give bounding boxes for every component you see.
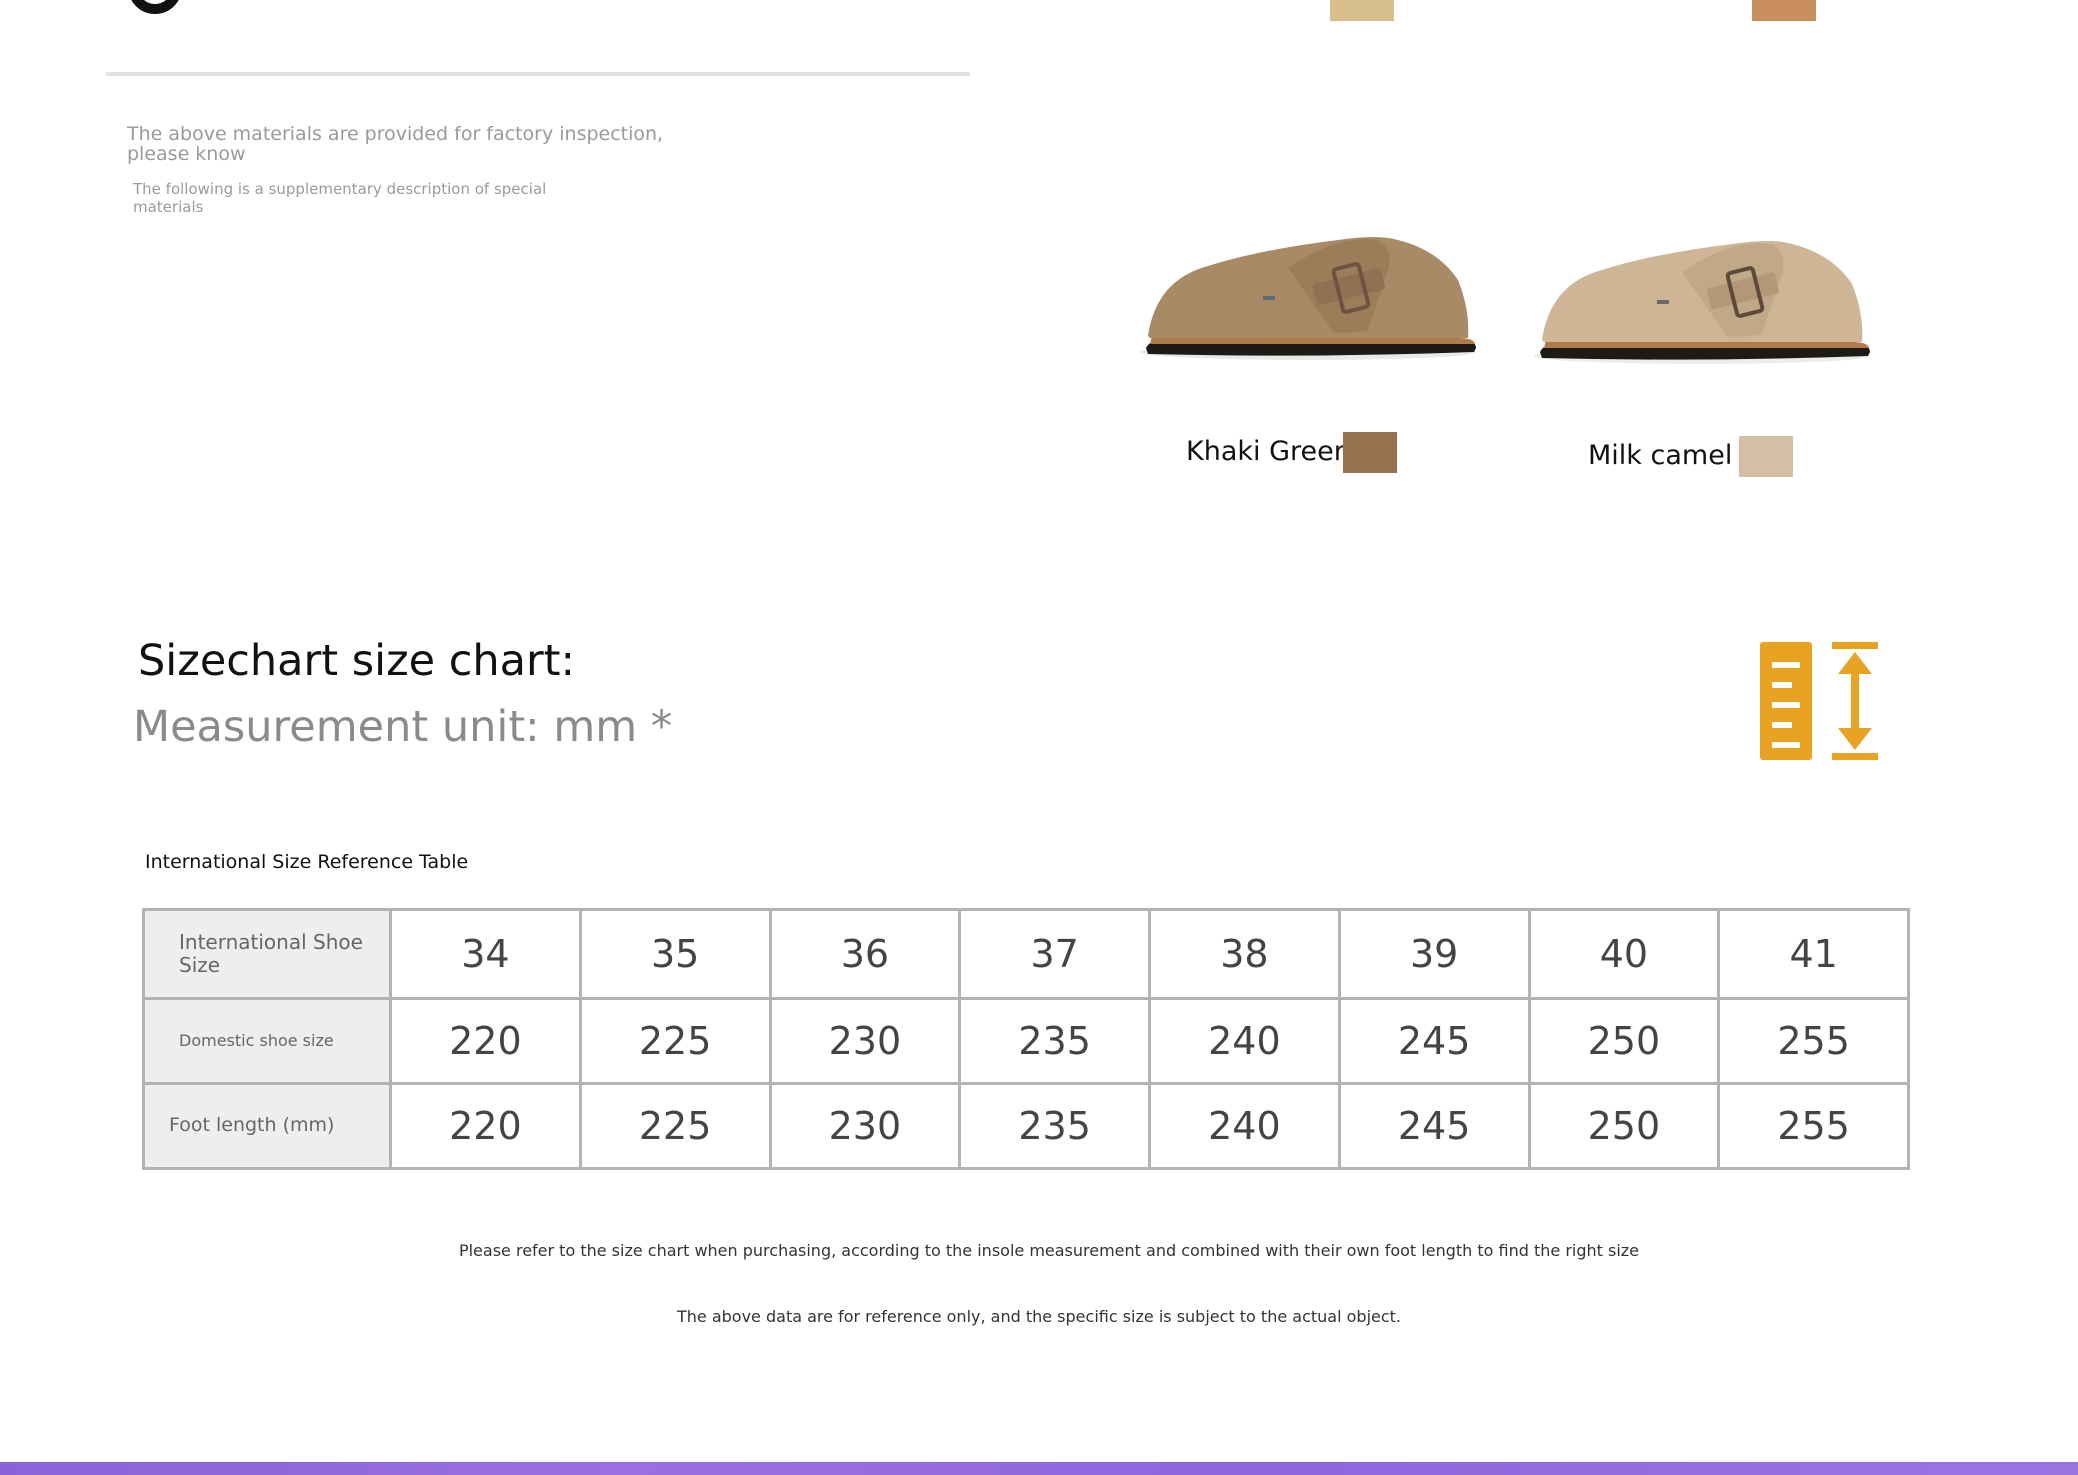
table-cell: 40 <box>1527 908 1721 1000</box>
swatch-khaki-green <box>1343 432 1397 473</box>
materials-supplement-note: The following is a supplementary descrip… <box>133 180 547 216</box>
section-divider <box>106 72 970 76</box>
table-row: International Shoe Size 34 35 36 37 38 3… <box>142 908 1910 1000</box>
table-cell: 240 <box>1148 996 1341 1085</box>
table-cell: 225 <box>578 1081 772 1171</box>
table-cell: 41 <box>1717 908 1910 1000</box>
table-cell: 39 <box>1337 908 1531 1000</box>
banner-bullet-icon <box>128 0 182 14</box>
table-cell: 230 <box>768 996 962 1085</box>
materials-note: The above materials are provided for fac… <box>127 123 664 165</box>
table-cell: 245 <box>1337 996 1531 1085</box>
table-cell: 235 <box>958 1081 1151 1171</box>
table-cell: 250 <box>1527 1081 1721 1171</box>
table-row: Domestic shoe size 220 225 230 235 240 2… <box>142 996 1910 1085</box>
table-cell: 225 <box>578 996 772 1085</box>
table-cell: 220 <box>389 1081 582 1171</box>
table-row: Foot length (mm) 220 225 230 235 240 245… <box>142 1081 1910 1171</box>
color-label-khaki-green: Khaki Green <box>1186 436 1351 467</box>
row-header-domestic: Domestic shoe size <box>142 996 392 1085</box>
table-cell: 38 <box>1148 908 1341 1000</box>
shoe-image-milk-camel <box>1532 214 1877 374</box>
swatch-milk-camel <box>1739 436 1793 477</box>
table-cell: 255 <box>1717 1081 1910 1171</box>
row-header-international: International Shoe Size <box>142 908 392 1000</box>
purchase-advice-note: Please refer to the size chart when purc… <box>458 1241 1640 1260</box>
size-chart-title: Sizechart size chart: <box>138 636 576 686</box>
table-cell: 36 <box>768 908 962 1000</box>
row-header-foot-length: Foot length (mm) <box>142 1081 392 1171</box>
table-cell: 220 <box>389 996 582 1085</box>
table-cell: 35 <box>578 908 772 1000</box>
table-cell: 255 <box>1717 996 1910 1085</box>
size-reference-table: International Shoe Size 34 35 36 37 38 3… <box>142 908 1910 1171</box>
table-cell: 34 <box>389 908 582 1000</box>
table-cell: 240 <box>1148 1081 1341 1171</box>
table-cell: 37 <box>958 908 1151 1000</box>
table-cell: 235 <box>958 996 1151 1085</box>
table-caption: International Size Reference Table <box>145 851 469 873</box>
table-cell: 250 <box>1527 996 1721 1085</box>
cropped-swatch-1 <box>1330 0 1394 21</box>
measurement-unit: Measurement unit: mm * <box>133 702 673 752</box>
shoe-image-khaki-green <box>1138 210 1483 370</box>
table-cell: 245 <box>1337 1081 1531 1171</box>
bottom-accent-bar <box>0 1462 2078 1475</box>
ruler-height-icon <box>1758 640 1882 764</box>
cropped-swatch-2 <box>1752 0 1816 21</box>
disclaimer-note: The above data are for reference only, a… <box>676 1307 1402 1326</box>
table-cell: 230 <box>768 1081 962 1171</box>
color-label-milk-camel: Milk camel <box>1588 440 1733 471</box>
